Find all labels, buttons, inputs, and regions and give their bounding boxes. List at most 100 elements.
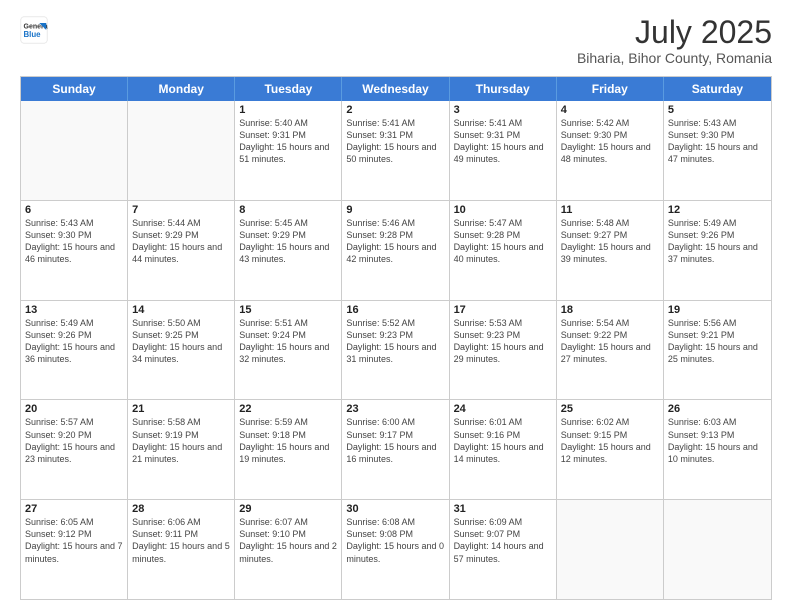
day-number: 14 (132, 304, 230, 316)
day-info: Sunrise: 5:59 AMSunset: 9:18 PMDaylight:… (239, 416, 337, 465)
day-number: 10 (454, 204, 552, 216)
day-number: 15 (239, 304, 337, 316)
calendar-day-header: Monday (128, 77, 235, 101)
calendar-cell: 20Sunrise: 5:57 AMSunset: 9:20 PMDayligh… (21, 400, 128, 499)
day-number: 1 (239, 104, 337, 116)
day-number: 2 (346, 104, 444, 116)
calendar-cell: 3Sunrise: 5:41 AMSunset: 9:31 PMDaylight… (450, 101, 557, 200)
day-number: 7 (132, 204, 230, 216)
day-info: Sunrise: 6:05 AMSunset: 9:12 PMDaylight:… (25, 516, 123, 565)
day-info: Sunrise: 5:50 AMSunset: 9:25 PMDaylight:… (132, 317, 230, 366)
calendar-cell: 15Sunrise: 5:51 AMSunset: 9:24 PMDayligh… (235, 301, 342, 400)
calendar-cell: 10Sunrise: 5:47 AMSunset: 9:28 PMDayligh… (450, 201, 557, 300)
calendar-cell: 25Sunrise: 6:02 AMSunset: 9:15 PMDayligh… (557, 400, 664, 499)
day-number: 3 (454, 104, 552, 116)
day-number: 26 (668, 403, 767, 415)
calendar-cell: 22Sunrise: 5:59 AMSunset: 9:18 PMDayligh… (235, 400, 342, 499)
calendar-cell: 6Sunrise: 5:43 AMSunset: 9:30 PMDaylight… (21, 201, 128, 300)
calendar-cell: 31Sunrise: 6:09 AMSunset: 9:07 PMDayligh… (450, 500, 557, 599)
calendar-cell (557, 500, 664, 599)
day-info: Sunrise: 5:44 AMSunset: 9:29 PMDaylight:… (132, 217, 230, 266)
day-info: Sunrise: 6:01 AMSunset: 9:16 PMDaylight:… (454, 416, 552, 465)
calendar-cell: 8Sunrise: 5:45 AMSunset: 9:29 PMDaylight… (235, 201, 342, 300)
day-info: Sunrise: 5:53 AMSunset: 9:23 PMDaylight:… (454, 317, 552, 366)
calendar-day-header: Saturday (664, 77, 771, 101)
calendar-cell: 9Sunrise: 5:46 AMSunset: 9:28 PMDaylight… (342, 201, 449, 300)
day-info: Sunrise: 5:52 AMSunset: 9:23 PMDaylight:… (346, 317, 444, 366)
calendar-cell: 21Sunrise: 5:58 AMSunset: 9:19 PMDayligh… (128, 400, 235, 499)
day-info: Sunrise: 5:49 AMSunset: 9:26 PMDaylight:… (25, 317, 123, 366)
calendar-cell: 4Sunrise: 5:42 AMSunset: 9:30 PMDaylight… (557, 101, 664, 200)
day-number: 8 (239, 204, 337, 216)
day-info: Sunrise: 6:00 AMSunset: 9:17 PMDaylight:… (346, 416, 444, 465)
day-info: Sunrise: 6:02 AMSunset: 9:15 PMDaylight:… (561, 416, 659, 465)
day-info: Sunrise: 6:06 AMSunset: 9:11 PMDaylight:… (132, 516, 230, 565)
calendar-cell: 11Sunrise: 5:48 AMSunset: 9:27 PMDayligh… (557, 201, 664, 300)
subtitle: Biharia, Bihor County, Romania (577, 50, 772, 66)
calendar-cell: 14Sunrise: 5:50 AMSunset: 9:25 PMDayligh… (128, 301, 235, 400)
day-info: Sunrise: 5:56 AMSunset: 9:21 PMDaylight:… (668, 317, 767, 366)
svg-text:Blue: Blue (24, 30, 42, 39)
calendar-page: General Blue July 2025 Biharia, Bihor Co… (0, 0, 792, 612)
day-number: 16 (346, 304, 444, 316)
day-info: Sunrise: 5:51 AMSunset: 9:24 PMDaylight:… (239, 317, 337, 366)
day-info: Sunrise: 5:42 AMSunset: 9:30 PMDaylight:… (561, 117, 659, 166)
calendar-body: 1Sunrise: 5:40 AMSunset: 9:31 PMDaylight… (21, 101, 771, 599)
day-number: 29 (239, 503, 337, 515)
day-number: 6 (25, 204, 123, 216)
day-info: Sunrise: 5:54 AMSunset: 9:22 PMDaylight:… (561, 317, 659, 366)
calendar-cell: 16Sunrise: 5:52 AMSunset: 9:23 PMDayligh… (342, 301, 449, 400)
calendar-week: 6Sunrise: 5:43 AMSunset: 9:30 PMDaylight… (21, 201, 771, 301)
logo: General Blue (20, 16, 48, 44)
calendar-cell: 17Sunrise: 5:53 AMSunset: 9:23 PMDayligh… (450, 301, 557, 400)
day-number: 5 (668, 104, 767, 116)
title-block: July 2025 Biharia, Bihor County, Romania (577, 16, 772, 66)
header: General Blue July 2025 Biharia, Bihor Co… (20, 16, 772, 66)
day-info: Sunrise: 5:41 AMSunset: 9:31 PMDaylight:… (454, 117, 552, 166)
day-info: Sunrise: 5:43 AMSunset: 9:30 PMDaylight:… (25, 217, 123, 266)
day-info: Sunrise: 5:40 AMSunset: 9:31 PMDaylight:… (239, 117, 337, 166)
day-number: 20 (25, 403, 123, 415)
day-number: 13 (25, 304, 123, 316)
calendar-day-header: Wednesday (342, 77, 449, 101)
calendar-cell: 13Sunrise: 5:49 AMSunset: 9:26 PMDayligh… (21, 301, 128, 400)
calendar-cell: 30Sunrise: 6:08 AMSunset: 9:08 PMDayligh… (342, 500, 449, 599)
calendar-header: SundayMondayTuesdayWednesdayThursdayFrid… (21, 77, 771, 101)
calendar-cell: 28Sunrise: 6:06 AMSunset: 9:11 PMDayligh… (128, 500, 235, 599)
calendar-cell (664, 500, 771, 599)
day-number: 28 (132, 503, 230, 515)
calendar-week: 20Sunrise: 5:57 AMSunset: 9:20 PMDayligh… (21, 400, 771, 500)
day-number: 17 (454, 304, 552, 316)
day-info: Sunrise: 6:07 AMSunset: 9:10 PMDaylight:… (239, 516, 337, 565)
calendar-cell: 19Sunrise: 5:56 AMSunset: 9:21 PMDayligh… (664, 301, 771, 400)
day-info: Sunrise: 5:49 AMSunset: 9:26 PMDaylight:… (668, 217, 767, 266)
day-info: Sunrise: 6:08 AMSunset: 9:08 PMDaylight:… (346, 516, 444, 565)
calendar-cell: 7Sunrise: 5:44 AMSunset: 9:29 PMDaylight… (128, 201, 235, 300)
day-number: 21 (132, 403, 230, 415)
logo-icon: General Blue (20, 16, 48, 44)
day-info: Sunrise: 5:57 AMSunset: 9:20 PMDaylight:… (25, 416, 123, 465)
day-info: Sunrise: 5:41 AMSunset: 9:31 PMDaylight:… (346, 117, 444, 166)
day-number: 23 (346, 403, 444, 415)
calendar-cell: 26Sunrise: 6:03 AMSunset: 9:13 PMDayligh… (664, 400, 771, 499)
day-info: Sunrise: 5:58 AMSunset: 9:19 PMDaylight:… (132, 416, 230, 465)
calendar: SundayMondayTuesdayWednesdayThursdayFrid… (20, 76, 772, 600)
calendar-cell: 2Sunrise: 5:41 AMSunset: 9:31 PMDaylight… (342, 101, 449, 200)
day-info: Sunrise: 5:45 AMSunset: 9:29 PMDaylight:… (239, 217, 337, 266)
calendar-cell: 29Sunrise: 6:07 AMSunset: 9:10 PMDayligh… (235, 500, 342, 599)
calendar-cell: 1Sunrise: 5:40 AMSunset: 9:31 PMDaylight… (235, 101, 342, 200)
day-number: 24 (454, 403, 552, 415)
day-number: 11 (561, 204, 659, 216)
calendar-cell: 12Sunrise: 5:49 AMSunset: 9:26 PMDayligh… (664, 201, 771, 300)
calendar-day-header: Tuesday (235, 77, 342, 101)
day-number: 18 (561, 304, 659, 316)
calendar-cell (128, 101, 235, 200)
calendar-cell: 23Sunrise: 6:00 AMSunset: 9:17 PMDayligh… (342, 400, 449, 499)
main-title: July 2025 (577, 16, 772, 48)
day-number: 9 (346, 204, 444, 216)
calendar-cell: 27Sunrise: 6:05 AMSunset: 9:12 PMDayligh… (21, 500, 128, 599)
day-number: 22 (239, 403, 337, 415)
calendar-day-header: Sunday (21, 77, 128, 101)
day-number: 25 (561, 403, 659, 415)
day-number: 31 (454, 503, 552, 515)
